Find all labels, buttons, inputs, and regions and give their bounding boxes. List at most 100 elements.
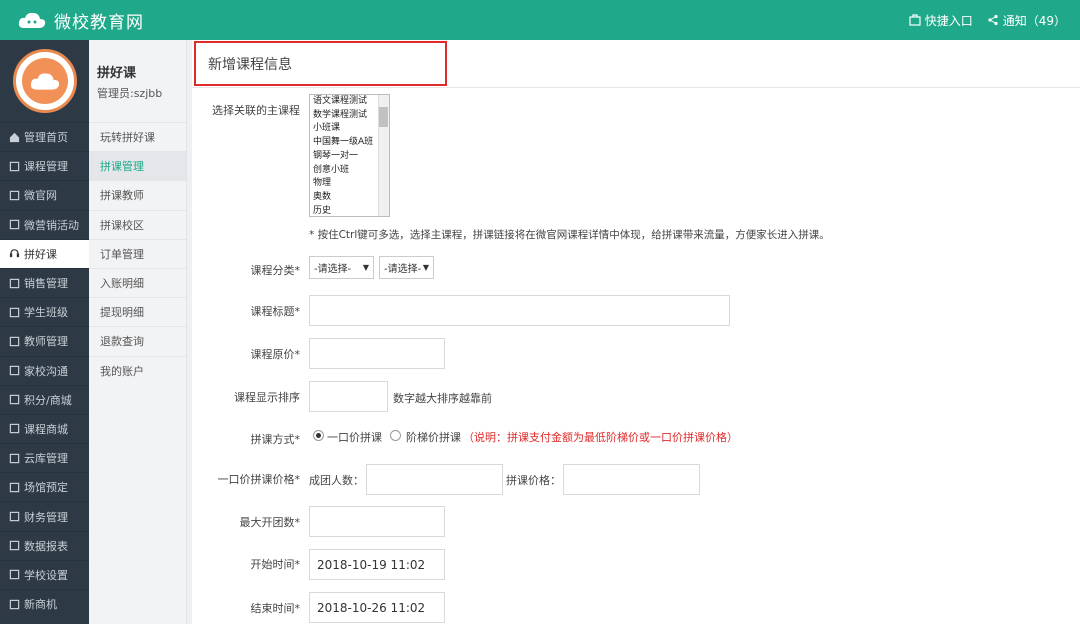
group-price-input[interactable] <box>563 464 700 495</box>
submenu-item[interactable]: 拼课教师 <box>89 180 186 209</box>
sidebar-item-label: 微营销活动 <box>24 218 79 232</box>
sort-label: 课程显示排序 <box>234 391 300 404</box>
sidebar-item-label: 学生班级 <box>24 306 68 320</box>
sidebar-item-teacher[interactable]: 教师管理 <box>0 326 89 355</box>
submenu-item[interactable]: 拼课校区 <box>89 209 186 239</box>
sidebar-item-points[interactable]: 积分/商城 <box>0 384 89 414</box>
sidebar-item-headset[interactable]: 拼好课 <box>0 238 89 268</box>
sub-menu: 拼好课 管理员:szjbb 玩转拼好课 拼课管理 拼课教师 拼课校区 订单管理 入账明细提… <box>89 40 187 624</box>
start-time-input[interactable]: 2018-10-19 11:02 <box>309 549 445 580</box>
sort-note: 数字越大排序越靠前 <box>393 392 492 405</box>
notify-link[interactable]: 通知（49） <box>987 12 1066 29</box>
sidebar-item-opportunity[interactable]: 新商机 <box>0 589 89 618</box>
category-select-2[interactable]: -请选择- ▼ <box>379 256 434 279</box>
category-select-1[interactable]: -请选择- ▼ <box>309 256 374 279</box>
sidebar-item-report[interactable]: 数据报表 <box>0 530 89 560</box>
sidebar-item-sales[interactable]: 销售管理 <box>0 267 89 297</box>
mall-icon <box>8 423 20 435</box>
sidebar-item-course[interactable]: 课程管理 <box>0 151 89 180</box>
sidebar-item-site[interactable]: 微官网 <box>0 180 89 209</box>
submenu-item[interactable]: 订单管理 <box>89 238 186 268</box>
class-icon <box>8 306 20 318</box>
sidebar-item-settings[interactable]: 学校设置 <box>0 559 89 589</box>
fixed-price-radio[interactable] <box>313 430 324 441</box>
sidebar-item-finance[interactable]: 财务管理 <box>0 501 89 530</box>
main-course-listbox[interactable]: 语文课程测试 数学课程测试 小班课 中国舞一级A班 钢琴一对一 创意小班 物理 奥数 历史 <box>309 94 390 217</box>
dropdown-arrow-icon: ▼ <box>362 263 369 272</box>
points-icon <box>8 394 20 406</box>
submenu-item[interactable]: 我的账户 <box>89 355 186 385</box>
avatar-logo-icon <box>21 58 68 104</box>
sidebar-item-cloud[interactable]: 云库管理 <box>0 443 89 472</box>
submenu-title: 拼好课 <box>97 66 137 81</box>
submenu-item[interactable]: 拼课管理 <box>89 151 186 181</box>
sidebar-item-mall[interactable]: 课程商城 <box>0 413 89 443</box>
sidebar-item-label: 课程商城 <box>24 422 68 436</box>
submenu-item[interactable]: 入账明细 <box>89 267 186 297</box>
share-icon <box>988 14 998 26</box>
group-mode-note: （说明：拼课支付金额为最低阶梯价或一口价拼课价格） <box>463 431 738 444</box>
group-price-label: 拼课价格： <box>506 474 561 487</box>
page-title: 新增课程信息 <box>194 41 447 86</box>
listbox-scrollbar[interactable] <box>378 95 389 216</box>
sidebar-item-label: 财务管理 <box>24 510 68 524</box>
quick-entry-link[interactable]: 快捷入口 <box>909 12 973 29</box>
course-icon <box>8 160 20 172</box>
sales-icon <box>8 277 20 289</box>
school-avatar[interactable] <box>12 49 77 113</box>
max-groups-label: 最大开团数* <box>239 516 301 529</box>
category-select-1-value: -请选择- <box>314 264 352 275</box>
sidebar-item-label: 家校沟通 <box>24 364 68 378</box>
teacher-icon <box>8 335 20 347</box>
group-mode-label: 拼课方式* <box>250 433 301 446</box>
sidebar-item-label: 学校设置 <box>24 568 68 582</box>
sidebar-item-class[interactable]: 学生班级 <box>0 297 89 326</box>
sidebar-item-label: 云库管理 <box>24 452 68 466</box>
sidebar-item-label: 微官网 <box>24 189 57 203</box>
brand-name: 微校教育网 <box>54 12 144 33</box>
dropdown-arrow-icon: ▼ <box>422 263 429 272</box>
cloud-logo-icon <box>18 12 46 28</box>
sidebar-item-label: 拼好课 <box>24 247 57 261</box>
group-people-input[interactable] <box>366 464 503 495</box>
sidebar-item-label: 数据报表 <box>24 539 68 553</box>
sort-input[interactable] <box>309 381 388 412</box>
brand[interactable]: 微校教育网 <box>18 0 144 40</box>
venue-icon <box>8 481 20 493</box>
marketing-icon <box>8 219 20 231</box>
submenu-user: 管理员:szjbb <box>97 87 163 100</box>
quick-entry-label: 快捷入口 <box>924 13 973 28</box>
end-time-input[interactable]: 2018-10-26 11:02 <box>309 592 445 623</box>
main-course-hint: * 按住Ctrl键可多选，选择主课程，拼课链接将在微官网课程详情中体现，给拼课带… <box>309 229 830 241</box>
headset-icon <box>8 248 20 260</box>
course-title-input[interactable] <box>309 295 730 326</box>
max-groups-input[interactable] <box>309 506 445 537</box>
fixed-price-option-label: 一口价拼课 <box>327 431 382 444</box>
start-time-label: 开始时间* <box>250 558 301 571</box>
sidebar-item-label: 积分/商城 <box>24 393 72 407</box>
sidebar-item-label: 场馆预定 <box>24 481 68 495</box>
sidebar-item-venue[interactable]: 场馆预定 <box>0 472 89 501</box>
main-sidebar: 管理首页 课程管理微官网微营销活动拼好课销售管理学生班级教师管理家校沟通积分/商城… <box>0 40 89 624</box>
sidebar-item-chat[interactable]: 家校沟通 <box>0 355 89 385</box>
main-course-label: 选择关联的主课程 <box>212 104 300 117</box>
original-price-label: 课程原价* <box>250 348 301 361</box>
course-title-label: 课程标题* <box>250 305 301 318</box>
opportunity-icon <box>8 598 20 610</box>
tiered-price-radio[interactable] <box>390 430 401 441</box>
sidebar-item-marketing[interactable]: 微营销活动 <box>0 209 89 239</box>
sidebar-item-home[interactable]: 管理首页 <box>0 122 89 151</box>
submenu-item[interactable]: 玩转拼好课 <box>89 122 186 151</box>
notify-label: 通知（49） <box>1002 13 1066 28</box>
cloud-icon <box>8 452 20 464</box>
report-icon <box>8 540 20 552</box>
sidebar-item-label: 教师管理 <box>24 335 68 349</box>
finance-icon <box>8 511 20 523</box>
fixed-price-label: 一口价拼课价格* <box>217 473 301 486</box>
sidebar-item-label: 新商机 <box>24 598 57 612</box>
submenu-item[interactable]: 提现明细 <box>89 297 186 326</box>
top-bar: 微校教育网 快捷入口 通知（49） <box>0 0 1080 40</box>
submenu-item[interactable]: 退款查询 <box>89 326 186 355</box>
original-price-input[interactable] <box>309 338 445 369</box>
chat-icon <box>8 365 20 377</box>
